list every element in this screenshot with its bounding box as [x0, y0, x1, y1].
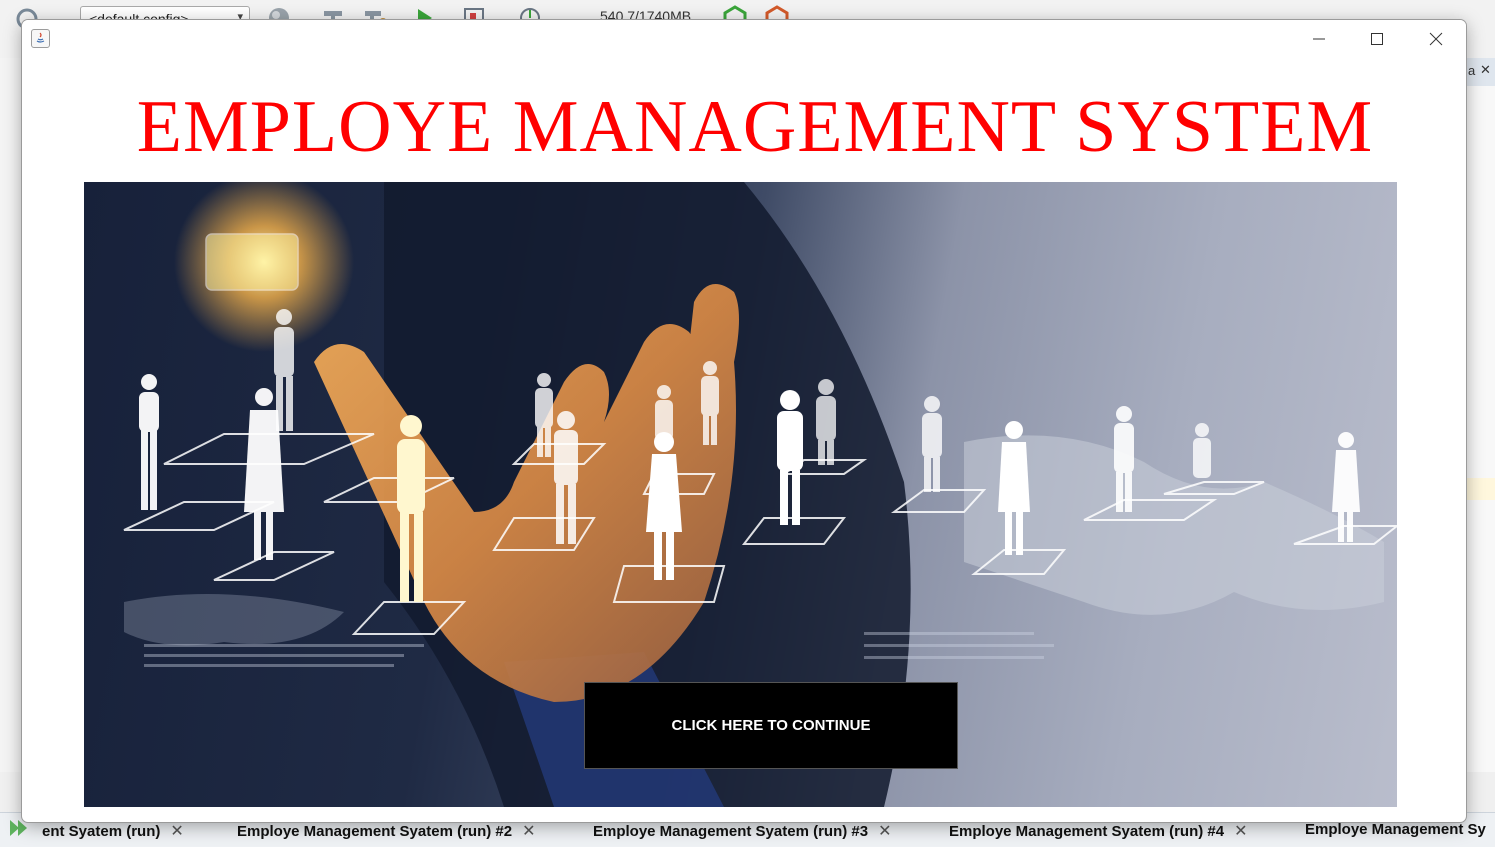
title-bar: [22, 20, 1466, 58]
run-tab-label: Employe Management Syatem (run) #3: [593, 823, 869, 840]
continue-button[interactable]: CLICK HERE TO CONTINUE: [584, 682, 958, 769]
maximize-button[interactable]: [1348, 20, 1406, 58]
editor-tab-tail-label: a: [1468, 63, 1476, 78]
java-icon: [31, 29, 50, 48]
current-line-highlight: [1466, 478, 1495, 500]
close-icon[interactable]: ✕: [1234, 823, 1247, 840]
run-tab-label: Employe Management Syatem (run) #4: [949, 823, 1225, 840]
run-tab-1[interactable]: ent Syatem (run) ✕: [42, 821, 184, 841]
close-icon[interactable]: ✕: [1480, 62, 1491, 78]
run-tab-label: Employe Management Syatem (run) #2: [237, 823, 513, 840]
editor-tab-tail[interactable]: a ✕: [1466, 58, 1495, 86]
run-tab-label: ent Syatem (run): [42, 823, 161, 840]
ide-line-gutter: [0, 58, 23, 788]
app-window: EMPLOYE MANAGEMENT SYSTEM CLICK HERE TO …: [22, 20, 1466, 822]
run-tab-5[interactable]: Employe Management Sy: [1305, 821, 1486, 838]
close-icon[interactable]: ✕: [878, 823, 891, 840]
run-tab-3[interactable]: Employe Management Syatem (run) #3 ✕: [593, 821, 891, 841]
ide-right-panel: a ✕: [1466, 58, 1495, 788]
run-tab-2[interactable]: Employe Management Syatem (run) #2 ✕: [237, 821, 535, 841]
close-button[interactable]: [1407, 20, 1465, 58]
run-tab-label: Employe Management Sy: [1305, 821, 1486, 838]
run-tab-4[interactable]: Employe Management Syatem (run) #4 ✕: [949, 821, 1247, 841]
close-icon[interactable]: ✕: [522, 823, 535, 840]
minimize-button[interactable]: [1290, 20, 1348, 58]
close-icon[interactable]: ✕: [170, 823, 183, 840]
page-title: EMPLOYE MANAGEMENT SYSTEM: [136, 86, 1374, 168]
hero-image: CLICK HERE TO CONTINUE: [84, 182, 1397, 807]
